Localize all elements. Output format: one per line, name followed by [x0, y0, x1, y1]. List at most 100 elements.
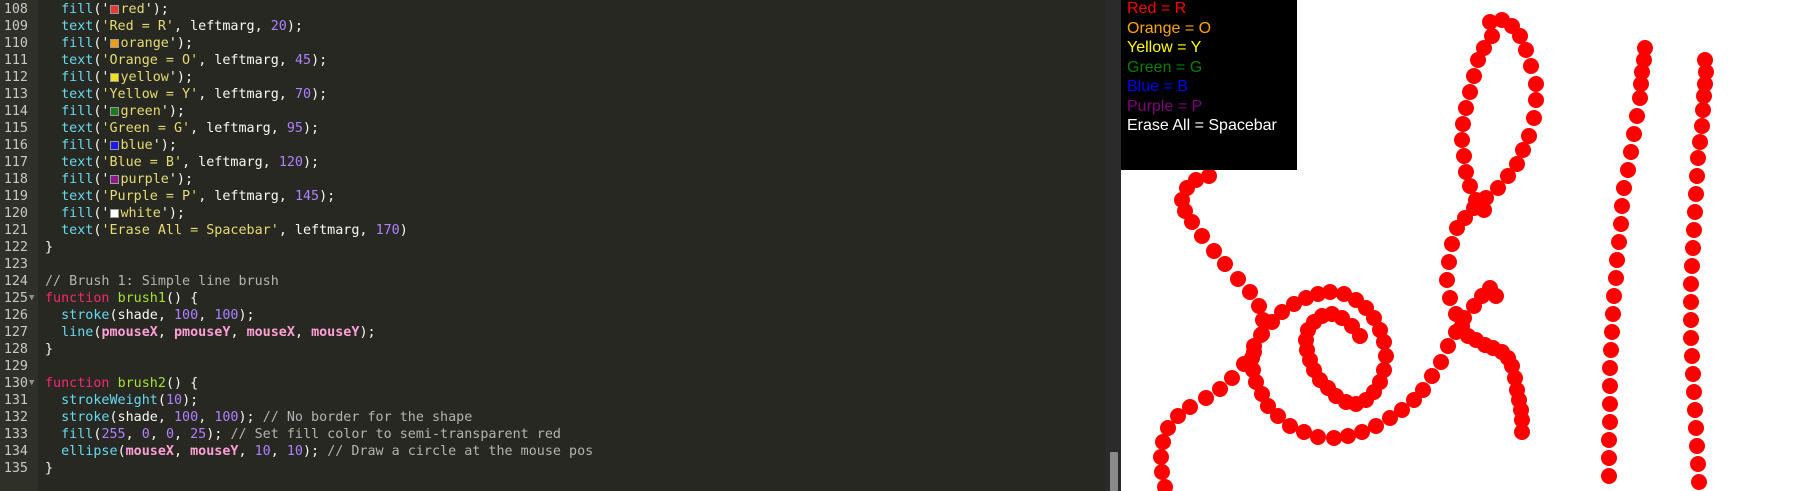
code-token: , — [238, 444, 255, 459]
code-line[interactable]: 117 text('Blue = B', leftmarg, 120); — [0, 154, 1105, 171]
code-line[interactable]: 127 line(pmouseX, pmouseY, mouseX, mouse… — [0, 324, 1105, 341]
paint-dot — [1601, 468, 1617, 484]
code-line[interactable]: 119 text('Purple = P', leftmarg, 145); — [0, 188, 1105, 205]
code-token: ); — [206, 427, 231, 442]
code-token: mouseY — [311, 325, 360, 340]
code-token: pmouseY — [174, 325, 231, 340]
code-editor[interactable]: 108 fill(' red'); 109 text('Red = R', left… — [0, 0, 1121, 491]
code-line[interactable]: 113 text('Yellow = Y', leftmarg, 70); — [0, 86, 1105, 103]
code-line[interactable]: 131 strokeWeight(10); — [0, 392, 1105, 409]
code-token: mouseY — [190, 444, 239, 459]
paint-dot — [1378, 348, 1394, 364]
code-token: } — [45, 461, 54, 476]
paint-dot — [1458, 164, 1474, 180]
code-line[interactable]: 115 text('Green = G', leftmarg, 95); — [0, 120, 1105, 137]
code-token: brush2 — [117, 376, 166, 391]
code-line[interactable]: 132 stroke(shade, 100, 100); // No borde… — [0, 409, 1105, 426]
line-number: 115 — [3, 121, 28, 136]
code-line[interactable]: 118 fill(' purple'); — [0, 171, 1105, 188]
code-line[interactable]: 122} — [0, 239, 1105, 256]
code-token: , — [125, 427, 142, 442]
code-line[interactable]: 126 stroke(shade, 100, 100); — [0, 307, 1105, 324]
paint-dot — [1310, 429, 1326, 445]
code-line[interactable]: 124 // Brush 1: Simple line brush — [0, 273, 1105, 290]
code-token: pmouseX — [101, 325, 158, 340]
fold-arrow-icon[interactable]: ▼ — [29, 375, 34, 392]
code-token: text — [61, 189, 94, 204]
code-token: 255 — [101, 427, 126, 442]
code-line[interactable]: 130 ▼ function brush2() { — [0, 375, 1105, 392]
paint-dot — [1685, 366, 1701, 382]
paint-dot — [1322, 284, 1338, 300]
code-text: text('Red = R', leftmarg, 20); — [45, 18, 303, 35]
code-line[interactable]: 116 fill(' blue'); — [0, 137, 1105, 154]
code-token: ); — [303, 444, 328, 459]
code-line[interactable]: 108 fill(' red'); — [0, 1, 1105, 18]
paint-dot — [1514, 424, 1530, 440]
paint-dot — [1456, 310, 1472, 326]
paint-dot — [1449, 220, 1465, 236]
code-line[interactable]: 133 fill(255, 0, 0, 25); // Set fill col… — [0, 426, 1105, 443]
paint-dot — [1462, 84, 1478, 100]
paint-dot — [1184, 214, 1200, 230]
code-token: (shade, — [109, 410, 174, 425]
code-token: 'Green = G' — [101, 121, 191, 136]
code-line[interactable]: 112 fill(' yellow'); — [0, 69, 1105, 86]
paint-dot — [1684, 258, 1700, 274]
code-token: '); — [160, 206, 185, 221]
scrollbar-thumb[interactable] — [1110, 452, 1118, 491]
code-token: ); — [182, 393, 199, 408]
paint-dot — [1153, 449, 1169, 465]
code-token: ); — [359, 325, 376, 340]
code-token: text — [61, 223, 94, 238]
line-number: 128 — [3, 342, 28, 357]
code-token: // No border for the shape — [262, 410, 473, 425]
sketch-canvas[interactable]: Red = R Orange = O Yellow = Y Green = G … — [1121, 0, 1819, 491]
paint-dot — [1601, 432, 1617, 448]
code-token: text — [61, 121, 94, 136]
code-token: (shade, — [109, 308, 174, 323]
paint-dot — [1526, 110, 1542, 126]
code-text: fill(' red'); — [45, 1, 169, 18]
code-line[interactable]: 135} — [0, 460, 1105, 477]
paint-dot — [1683, 330, 1699, 346]
code-line[interactable]: 129 — [0, 358, 1105, 375]
code-token: (' — [93, 206, 110, 221]
paint-dot — [1686, 384, 1702, 400]
paint-dot — [1629, 108, 1645, 124]
editor-scrollbar[interactable] — [1105, 0, 1121, 491]
paint-dot — [1515, 142, 1531, 158]
color-swatch-icon — [109, 73, 119, 82]
paint-dot — [1632, 90, 1648, 106]
paint-dot — [1688, 186, 1704, 202]
code-line[interactable]: 128} — [0, 341, 1105, 358]
color-swatch-icon — [109, 39, 119, 48]
code-token: // Brush 1: Simple line brush — [45, 274, 279, 289]
code-line[interactable]: 134 ellipse(mouseX, mouseY, 10, 10); // … — [0, 443, 1105, 460]
code-line[interactable]: 109 text('Red = R', leftmarg, 20); — [0, 18, 1105, 35]
code-line[interactable]: 121 text('Erase All = Spacebar', leftmar… — [0, 222, 1105, 239]
paint-dot — [1684, 348, 1700, 364]
code-line[interactable]: 123 — [0, 256, 1105, 273]
code-line[interactable]: 111 text('Orange = O', leftmarg, 45); — [0, 52, 1105, 69]
code-line[interactable]: 110 fill(' orange'); — [0, 35, 1105, 52]
code-token: 10 — [165, 393, 183, 408]
code-token: } — [45, 342, 54, 357]
code-text: text('Purple = P', leftmarg, 145); — [45, 188, 335, 205]
legend-item-orange: Orange = O — [1127, 19, 1212, 37]
code-line[interactable]: 114 fill(' green'); — [0, 103, 1105, 120]
paint-dot — [1439, 272, 1455, 288]
code-text: strokeWeight(10); — [45, 392, 198, 409]
fold-arrow-icon[interactable]: ▼ — [29, 290, 34, 307]
paint-dot — [1154, 464, 1170, 480]
code-text: stroke(shade, 100, 100); // No border fo… — [45, 409, 472, 426]
code-token: '); — [168, 70, 194, 85]
code-line[interactable]: 125 ▼ function brush1() { — [0, 290, 1105, 307]
code-line[interactable]: 120 fill(' white'); — [0, 205, 1105, 222]
code-token: ); — [238, 410, 263, 425]
code-token: , leftmarg, — [198, 87, 295, 102]
paint-dot — [1686, 222, 1702, 238]
